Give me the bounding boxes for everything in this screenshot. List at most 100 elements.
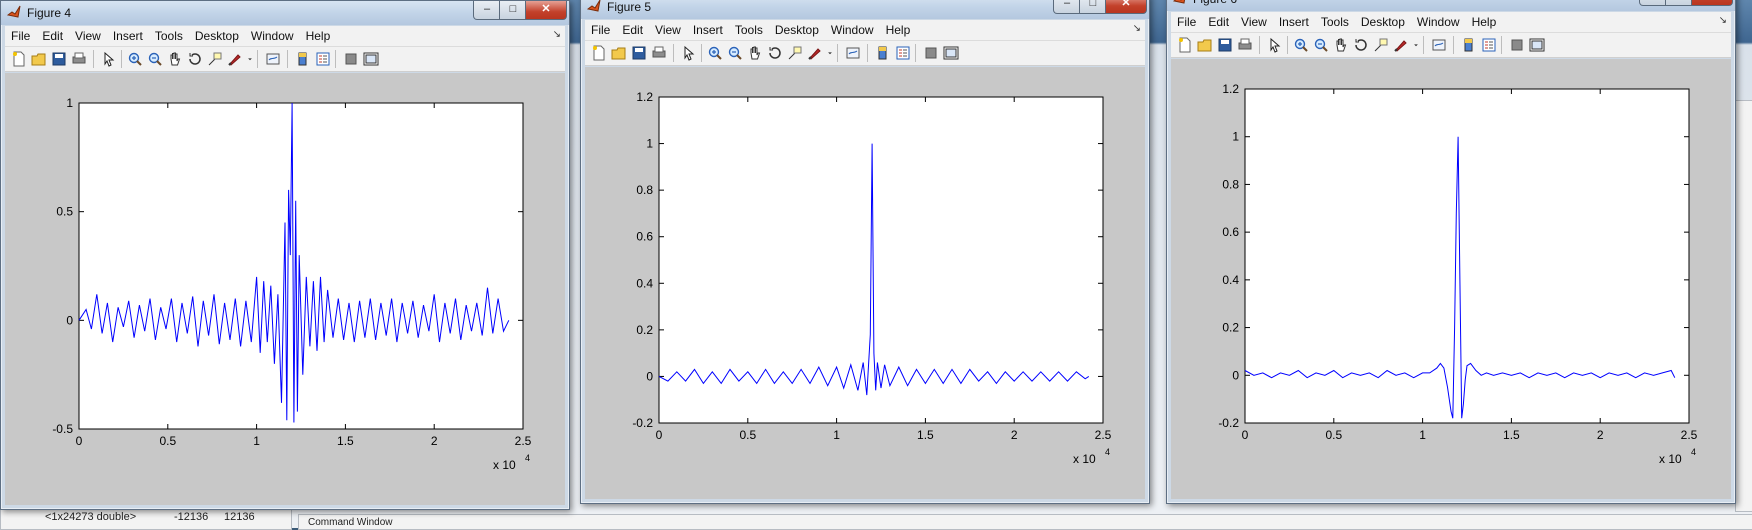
plot-axes[interactable] — [658, 96, 1104, 424]
edit-plot-arrow-icon[interactable] — [681, 45, 697, 61]
insert-legend-icon[interactable] — [315, 51, 331, 67]
menu-view[interactable]: View — [649, 20, 687, 40]
rotate-3d-icon[interactable] — [187, 51, 203, 67]
brush-dropdown-icon[interactable] — [825, 45, 835, 61]
brush-icon[interactable] — [1393, 37, 1409, 53]
save-icon[interactable] — [1217, 37, 1233, 53]
zoom-in-icon[interactable] — [1293, 37, 1309, 53]
maximize-button[interactable]: □ — [1079, 0, 1107, 14]
figure-window[interactable]: Figure 5 – □ ✕ File Edit View Insert Tools Deskto… — [580, 0, 1150, 504]
menu-edit[interactable]: Edit — [36, 26, 69, 46]
brush-dropdown-icon[interactable] — [245, 51, 255, 67]
edit-plot-arrow-icon[interactable] — [101, 51, 117, 67]
print-icon[interactable] — [651, 45, 667, 61]
menu-desktop[interactable]: Desktop — [189, 26, 245, 46]
minimize-button[interactable]: – — [1053, 0, 1081, 14]
plot-axes[interactable] — [78, 102, 524, 430]
insert-colorbar-icon[interactable] — [1461, 37, 1477, 53]
title-bar[interactable]: Figure 5 – □ ✕ — [581, 0, 1149, 19]
insert-legend-icon[interactable] — [1481, 37, 1497, 53]
data-cursor-icon[interactable] — [207, 51, 223, 67]
open-file-icon[interactable] — [611, 45, 627, 61]
menu-file[interactable]: File — [5, 26, 36, 46]
menu-tools[interactable]: Tools — [729, 20, 769, 40]
close-button[interactable]: ✕ — [525, 1, 567, 20]
menu-tools[interactable]: Tools — [149, 26, 189, 46]
pan-hand-icon[interactable] — [167, 51, 183, 67]
minimize-button[interactable]: – — [473, 1, 501, 20]
rotate-3d-icon[interactable] — [1353, 37, 1369, 53]
figure-window[interactable]: Figure 4 – □ ✕ File Edit View Insert Tools Deskto… — [0, 0, 570, 510]
close-button[interactable]: ✕ — [1691, 0, 1733, 6]
menu-file[interactable]: File — [585, 20, 616, 40]
link-plot-icon[interactable] — [265, 51, 281, 67]
close-button[interactable]: ✕ — [1105, 0, 1147, 14]
menu-window[interactable]: Window — [825, 20, 880, 40]
menu-dock-arrow-icon[interactable]: ↘ — [1133, 23, 1141, 34]
menu-desktop[interactable]: Desktop — [1355, 12, 1411, 32]
new-figure-icon[interactable] — [591, 45, 607, 61]
pan-hand-icon[interactable] — [747, 45, 763, 61]
menu-insert[interactable]: Insert — [107, 26, 149, 46]
zoom-in-icon[interactable] — [127, 51, 143, 67]
title-bar[interactable]: Figure 6 –□✕ — [1167, 0, 1735, 11]
plot-axes[interactable] — [1244, 88, 1690, 424]
menu-edit[interactable]: Edit — [1202, 12, 1235, 32]
plot-canvas[interactable]: 0 0.5 1 1.5 2 2.5-0.500.51x 10 4 — [5, 73, 565, 505]
edit-plot-arrow-icon[interactable] — [1267, 37, 1283, 53]
insert-colorbar-icon[interactable] — [875, 45, 891, 61]
plot-canvas[interactable]: 0 0.5 1 1.5 2 2.5-0.200.20.40.60.811.2x 10 4 — [1171, 59, 1731, 499]
menu-help[interactable]: Help — [300, 26, 337, 46]
menu-help[interactable]: Help — [1466, 12, 1503, 32]
brush-icon[interactable] — [807, 45, 823, 61]
show-plot-tools-icon[interactable] — [943, 45, 959, 61]
print-icon[interactable] — [71, 51, 87, 67]
figure-window[interactable]: Figure 6 –□✕ FileEditViewInsertToolsDeskto… — [1166, 0, 1736, 504]
menu-insert[interactable]: Insert — [1273, 12, 1315, 32]
new-figure-icon[interactable] — [1177, 37, 1193, 53]
menu-tools[interactable]: Tools — [1315, 12, 1355, 32]
insert-legend-icon[interactable] — [895, 45, 911, 61]
open-file-icon[interactable] — [31, 51, 47, 67]
pan-hand-icon[interactable] — [1333, 37, 1349, 53]
save-icon[interactable] — [51, 51, 67, 67]
menu-view[interactable]: View — [1235, 12, 1273, 32]
plot-canvas[interactable]: 0 0.5 1 1.5 2 2.5-0.200.20.40.60.811.2x 10 4 — [585, 67, 1145, 499]
menu-window[interactable]: Window — [245, 26, 300, 46]
hide-plot-tools-icon[interactable] — [343, 51, 359, 67]
data-cursor-icon[interactable] — [1373, 37, 1389, 53]
zoom-out-icon[interactable] — [1313, 37, 1329, 53]
brush-icon[interactable] — [227, 51, 243, 67]
maximize-button[interactable]: □ — [499, 1, 527, 20]
menu-edit[interactable]: Edit — [616, 20, 649, 40]
menu-dock-arrow-icon[interactable]: ↘ — [553, 29, 561, 40]
maximize-button[interactable]: □ — [1665, 0, 1693, 6]
zoom-in-icon[interactable] — [707, 45, 723, 61]
hide-plot-tools-icon[interactable] — [1509, 37, 1525, 53]
data-cursor-icon[interactable] — [787, 45, 803, 61]
show-plot-tools-icon[interactable] — [1529, 37, 1545, 53]
menu-file[interactable]: File — [1171, 12, 1202, 32]
menu-dock-arrow-icon[interactable]: ↘ — [1719, 15, 1727, 26]
menu-insert[interactable]: Insert — [687, 20, 729, 40]
menu-help[interactable]: Help — [880, 20, 917, 40]
menu-desktop[interactable]: Desktop — [769, 20, 825, 40]
show-plot-tools-icon[interactable] — [363, 51, 379, 67]
print-icon[interactable] — [1237, 37, 1253, 53]
hide-plot-tools-icon[interactable] — [923, 45, 939, 61]
minimize-button[interactable]: – — [1639, 0, 1667, 6]
rotate-3d-icon[interactable] — [767, 45, 783, 61]
menu-view[interactable]: View — [69, 26, 107, 46]
open-file-icon[interactable] — [1197, 37, 1213, 53]
zoom-out-icon[interactable] — [727, 45, 743, 61]
insert-colorbar-icon[interactable] — [295, 51, 311, 67]
title-bar[interactable]: Figure 4 – □ ✕ — [1, 1, 569, 25]
command-window-title[interactable]: Command Window — [308, 517, 392, 528]
new-figure-icon[interactable] — [11, 51, 27, 67]
brush-dropdown-icon[interactable] — [1411, 37, 1421, 53]
zoom-out-icon[interactable] — [147, 51, 163, 67]
save-icon[interactable] — [631, 45, 647, 61]
link-plot-icon[interactable] — [845, 45, 861, 61]
link-plot-icon[interactable] — [1431, 37, 1447, 53]
menu-window[interactable]: Window — [1411, 12, 1466, 32]
